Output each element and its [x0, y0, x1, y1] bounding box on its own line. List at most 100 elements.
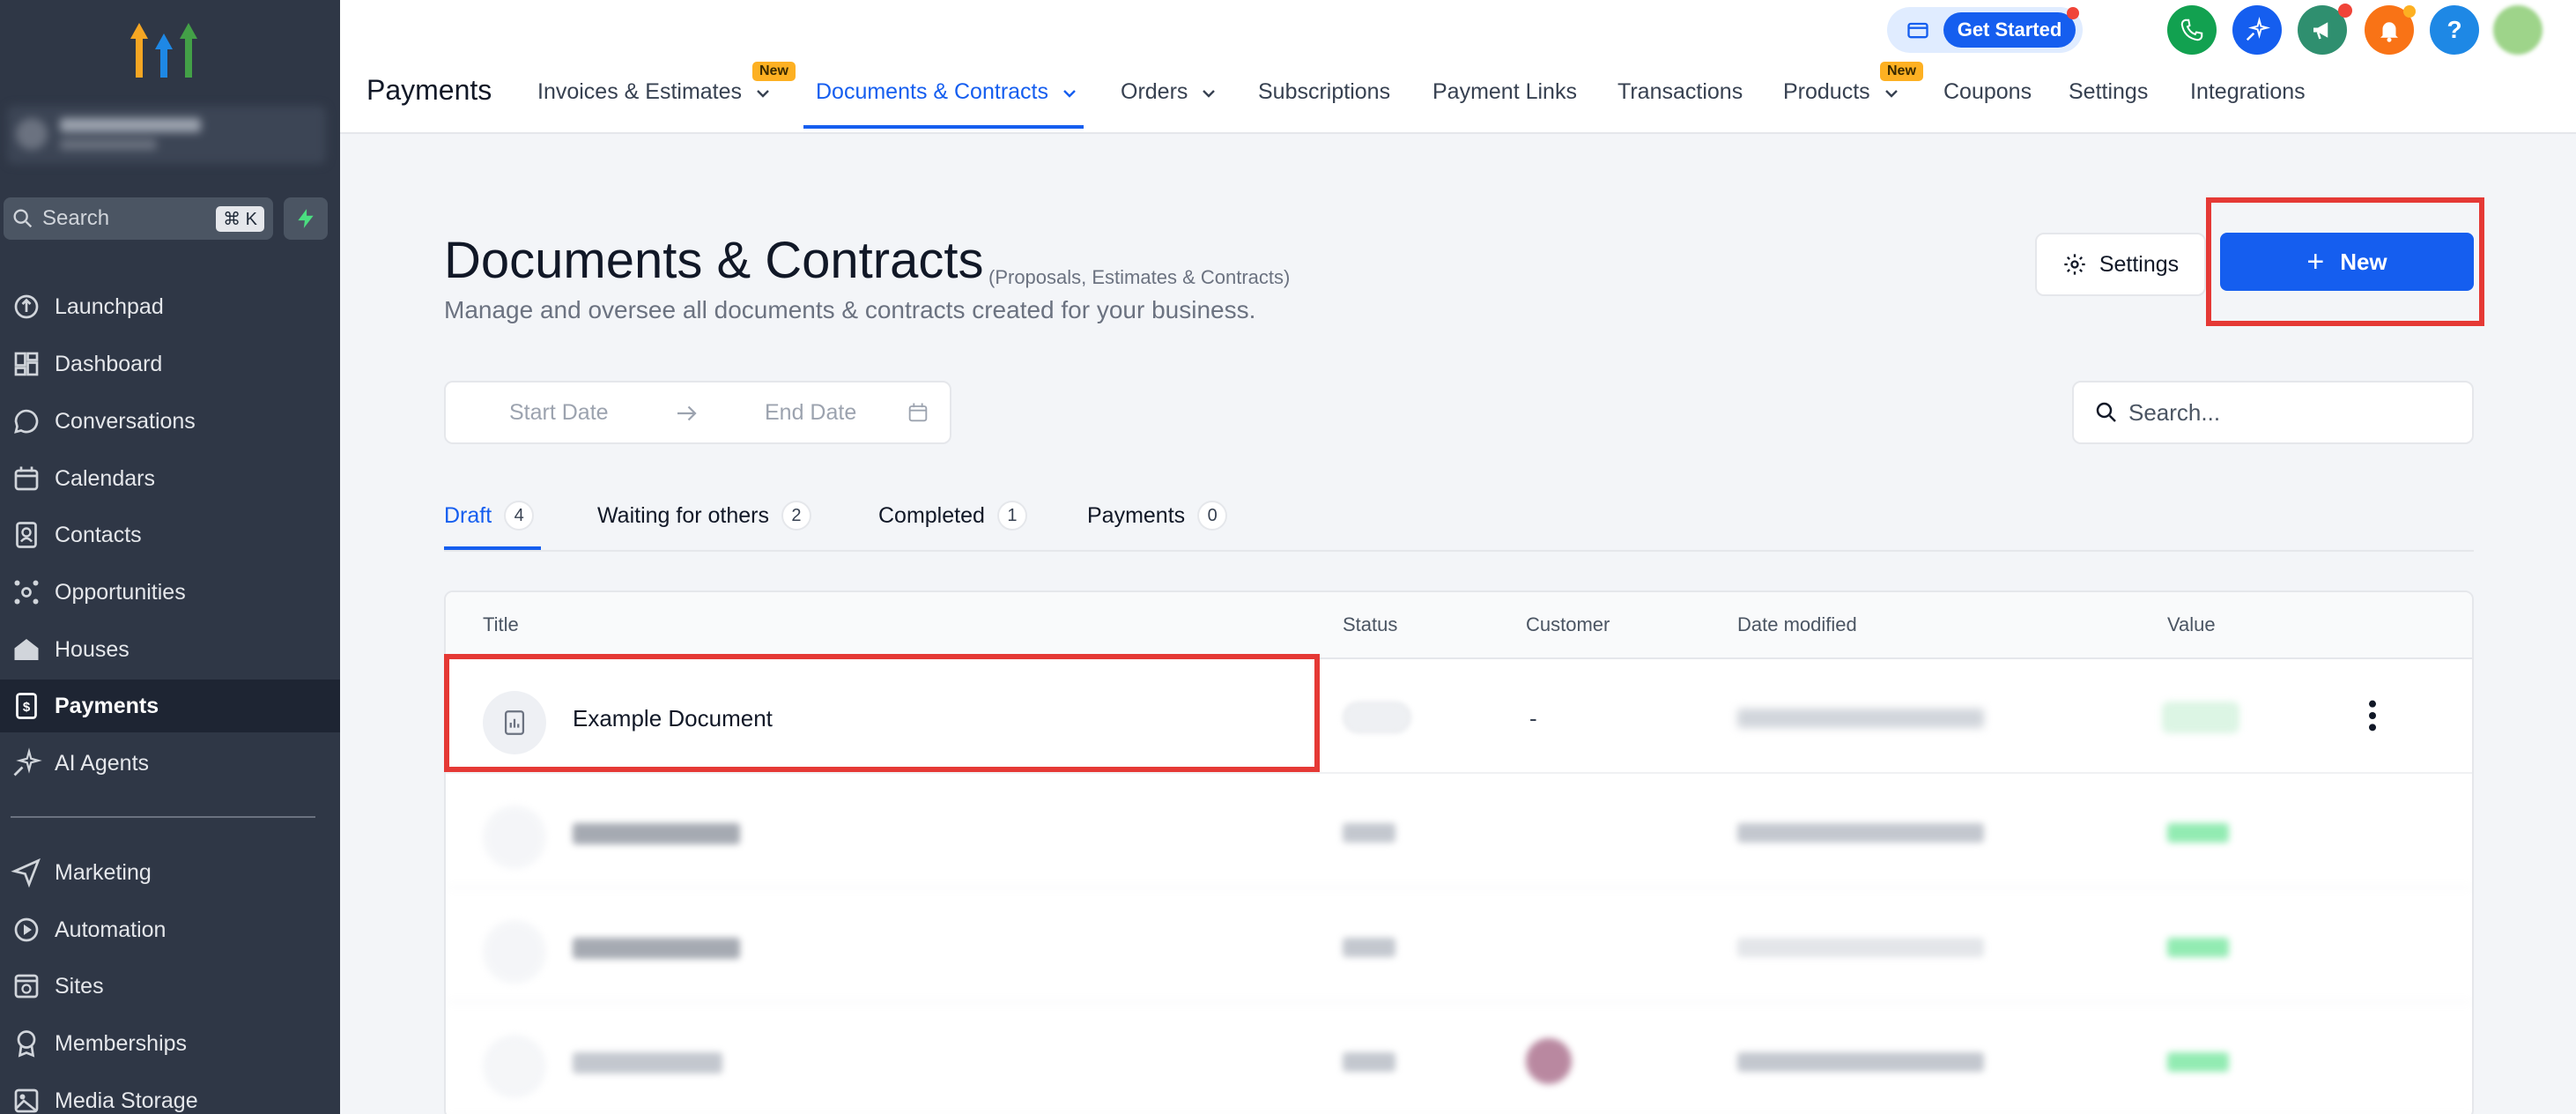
count-badge: 1	[996, 501, 1027, 531]
table-row[interactable]	[446, 1003, 2472, 1114]
ai-sparkle-icon	[13, 747, 42, 776]
get-started-button[interactable]: Get Started	[1943, 12, 2076, 48]
chevron-down-icon	[1203, 90, 1216, 98]
opportunities-icon	[14, 580, 39, 605]
user-avatar[interactable]	[2493, 5, 2543, 55]
documents-search[interactable]	[2072, 381, 2474, 444]
sidebar-search[interactable]: Search ⌘ K	[4, 197, 273, 240]
sidebar-item-conversations[interactable]: Conversations	[0, 395, 340, 448]
start-date-field[interactable]: Start Date	[509, 400, 609, 426]
top-header: Payments Invoices & Estimates Documents …	[340, 0, 2576, 134]
count-badge: 4	[504, 501, 535, 531]
document-icon	[483, 1035, 546, 1098]
ai-magic-icon	[2246, 17, 2270, 41]
tab-invoices-estimates[interactable]: Invoices & Estimates	[537, 74, 774, 134]
value-badge	[2167, 1052, 2229, 1072]
more-options-icon[interactable]	[2359, 698, 2386, 733]
table-row[interactable]	[446, 774, 2472, 888]
dashboard-icon	[14, 352, 39, 376]
phone-button[interactable]	[2167, 5, 2217, 55]
document-status-tabs: Draft 4 Waiting for others 2 Completed 1…	[444, 494, 2474, 552]
new-document-button[interactable]: + New	[2220, 233, 2474, 291]
help-icon: ?	[2446, 16, 2462, 43]
tab-label: Coupons	[1943, 79, 2032, 104]
sidebar-item-contacts[interactable]: Contacts	[0, 509, 340, 561]
tab-label: Payments	[1087, 502, 1186, 528]
tab-subscriptions[interactable]: Subscriptions	[1258, 74, 1390, 134]
column-header-status[interactable]: Status	[1343, 613, 1397, 636]
quick-actions-button[interactable]	[284, 197, 328, 240]
table-header: Title Status Customer Date modified Valu…	[446, 592, 2472, 659]
sidebar-item-marketing[interactable]: Marketing	[0, 846, 340, 899]
sidebar-item-sites[interactable]: Sites	[0, 960, 340, 1013]
column-header-title[interactable]: Title	[483, 613, 519, 636]
count-badge: 0	[1197, 501, 1228, 531]
settings-button[interactable]: Settings	[2035, 233, 2206, 296]
column-header-customer[interactable]: Customer	[1526, 613, 1610, 636]
tab-integrations[interactable]: Integrations	[2190, 74, 2306, 134]
tab-payments[interactable]: Payments 0	[1087, 501, 1228, 531]
tab-label: Documents & Contracts	[816, 79, 1048, 104]
value-badge	[2167, 823, 2229, 843]
sidebar: Search ⌘ K Launchpad Dashboard Conversat…	[0, 0, 340, 1114]
search-input[interactable]	[2128, 398, 2463, 427]
date-modified-value	[1737, 938, 1984, 957]
notification-dot	[2338, 4, 2352, 18]
svg-text:$: $	[23, 700, 31, 715]
tab-products[interactable]: Products	[1783, 74, 1902, 134]
sidebar-divider	[11, 816, 315, 818]
status-badge	[1343, 1052, 1395, 1072]
documents-table: Title Status Customer Date modified Valu…	[444, 590, 2474, 1114]
sidebar-item-media-storage[interactable]: Media Storage	[0, 1074, 340, 1114]
sidebar-item-dashboard[interactable]: Dashboard	[0, 338, 340, 390]
sidebar-item-opportunities[interactable]: Opportunities	[0, 566, 340, 619]
tab-label: Integrations	[2190, 79, 2306, 104]
column-header-value[interactable]: Value	[2167, 613, 2216, 636]
page-description: Manage and oversee all documents & contr…	[444, 296, 1256, 323]
ai-assistant-button[interactable]	[2232, 5, 2282, 55]
document-icon	[483, 691, 546, 754]
end-date-field[interactable]: End Date	[765, 400, 856, 426]
tab-completed[interactable]: Completed 1	[878, 501, 1027, 531]
sidebar-item-payments[interactable]: $ Payments	[0, 680, 340, 732]
sidebar-item-memberships[interactable]: Memberships	[0, 1017, 340, 1070]
account-switcher[interactable]	[7, 106, 326, 164]
tab-orders[interactable]: Orders	[1121, 74, 1219, 134]
table-row[interactable]: Example Document -	[446, 659, 2472, 774]
get-started-pill[interactable]: Get Started	[1887, 7, 2083, 53]
customer-avatar	[1526, 1038, 1572, 1084]
date-range-picker[interactable]: Start Date End Date	[444, 381, 951, 444]
sites-icon	[14, 974, 39, 999]
sidebar-item-launchpad[interactable]: Launchpad	[0, 280, 340, 333]
document-icon	[483, 806, 546, 869]
tab-waiting-for-others[interactable]: Waiting for others 2	[597, 501, 811, 531]
app-logo[interactable]	[130, 16, 197, 79]
sidebar-item-label: AI Agents	[55, 750, 150, 776]
new-badge: New	[752, 62, 796, 81]
sidebar-item-automation[interactable]: Automation	[0, 903, 340, 956]
sidebar-item-calendars[interactable]: Calendars	[0, 452, 340, 505]
sidebar-item-ai-agents[interactable]: AI Agents	[0, 737, 340, 790]
plus-icon: +	[2306, 244, 2325, 278]
document-icon	[483, 920, 546, 984]
tab-draft[interactable]: Draft 4	[444, 501, 535, 531]
help-button[interactable]: ?	[2430, 5, 2479, 55]
app-section-title: Payments	[366, 74, 492, 106]
tab-coupons[interactable]: Coupons	[1943, 74, 2032, 134]
new-button-label: New	[2340, 248, 2387, 275]
tab-settings[interactable]: Settings	[2069, 74, 2148, 134]
tab-payment-links[interactable]: Payment Links	[1432, 74, 1577, 134]
gear-icon	[2064, 254, 2085, 275]
megaphone-icon	[2313, 22, 2328, 40]
document-title[interactable]: Example Document	[573, 705, 773, 732]
tab-transactions[interactable]: Transactions	[1617, 74, 1743, 134]
column-header-date-modified[interactable]: Date modified	[1737, 613, 1857, 636]
chevron-down-icon	[1063, 90, 1076, 98]
membership-icon	[17, 1030, 36, 1058]
status-badge	[1343, 938, 1395, 957]
tab-label: Products	[1783, 79, 1870, 104]
sidebar-item-houses[interactable]: Houses	[0, 623, 340, 676]
tab-label: Transactions	[1617, 79, 1743, 104]
table-row[interactable]	[446, 888, 2472, 1003]
date-modified-value	[1737, 709, 1984, 728]
